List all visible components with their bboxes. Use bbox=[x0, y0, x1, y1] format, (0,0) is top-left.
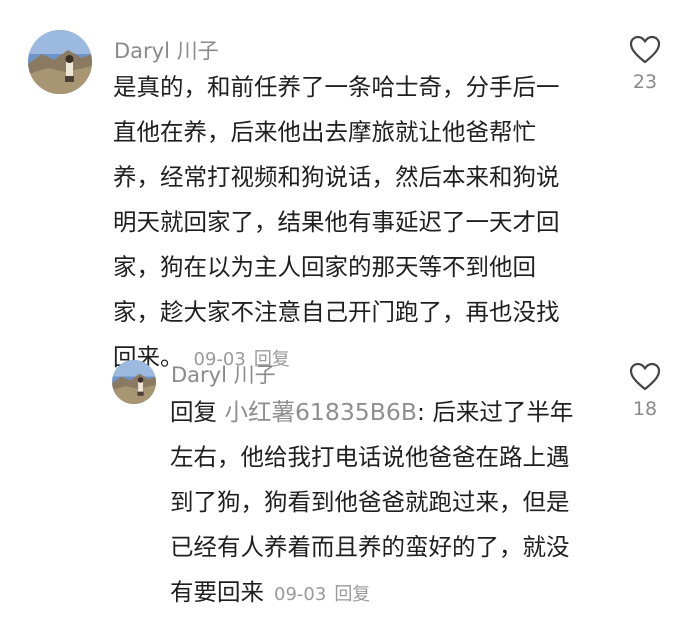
like-count: 23 bbox=[632, 71, 658, 93]
reply-line: 左右，他给我打电话说他爸爸在路上遇 bbox=[170, 443, 570, 471]
landscape-avatar-icon bbox=[112, 360, 156, 404]
reply-meta: 09-03 回复 bbox=[274, 584, 370, 605]
comment-body: 是真的，和前任养了一条哈士奇，分手后一 直他在养，后来他出去摩旅就让他爸帮忙 养… bbox=[113, 65, 613, 382]
like-count: 18 bbox=[632, 398, 658, 420]
landscape-avatar-icon bbox=[28, 30, 92, 94]
reply-button[interactable]: 回复 bbox=[334, 584, 370, 605]
avatar[interactable] bbox=[112, 360, 156, 404]
comment-line: 明天就回家了，结果他有事延迟了一天才回 bbox=[113, 208, 560, 236]
mention-link[interactable]: 小红薯61835B6B bbox=[224, 398, 416, 426]
heart-outline-icon bbox=[629, 35, 661, 64]
reply-body: 回复 小红薯61835B6B: 后来过了半年 左右，他给我打电话说他爸爸在路上遇… bbox=[170, 390, 620, 617]
comment-line: 家，趁大家不注意自己开门跑了，再也没找 bbox=[113, 298, 560, 326]
reply-line: 已经有人养着而且养的蛮好的了，就没 bbox=[170, 533, 570, 561]
reply-first-line: 回复 小红薯61835B6B: 后来过了半年 bbox=[170, 390, 620, 435]
like-button[interactable]: 23 bbox=[625, 35, 665, 93]
reply-prefix: 回复 bbox=[170, 398, 217, 426]
comment-line: 养，经常打视频和狗说话，然后本来和狗说 bbox=[113, 163, 560, 191]
reply-username[interactable]: Daryl 川子 bbox=[171, 362, 276, 388]
reply-line: 到了狗，狗看到他爸爸就跑过来，但是 bbox=[170, 488, 570, 516]
reply-date: 09-03 bbox=[274, 584, 327, 605]
reply-last-line: 有要回来 09-03 回复 bbox=[170, 570, 620, 617]
comment-line: 直他在养，后来他出去摩旅就让他爸帮忙 bbox=[113, 118, 536, 146]
reply-line: 有要回来 bbox=[170, 578, 264, 606]
reply-item: Daryl 川子 回复 小红薯61835B6B: 后来过了半年 左右，他给我打电… bbox=[0, 340, 690, 606]
heart-outline-icon bbox=[629, 362, 661, 391]
avatar[interactable] bbox=[28, 30, 92, 94]
comment-username[interactable]: Daryl 川子 bbox=[114, 38, 219, 64]
comment-item: Daryl 川子 是真的，和前任养了一条哈士奇，分手后一 直他在养，后来他出去摩… bbox=[0, 0, 690, 371]
comment-line: 是真的，和前任养了一条哈士奇，分手后一 bbox=[113, 73, 560, 101]
reply-line: : 后来过了半年 bbox=[416, 398, 574, 426]
comment-line: 家，狗在以为主人回家的那天等不到他回 bbox=[113, 253, 536, 281]
like-button[interactable]: 18 bbox=[625, 362, 665, 420]
